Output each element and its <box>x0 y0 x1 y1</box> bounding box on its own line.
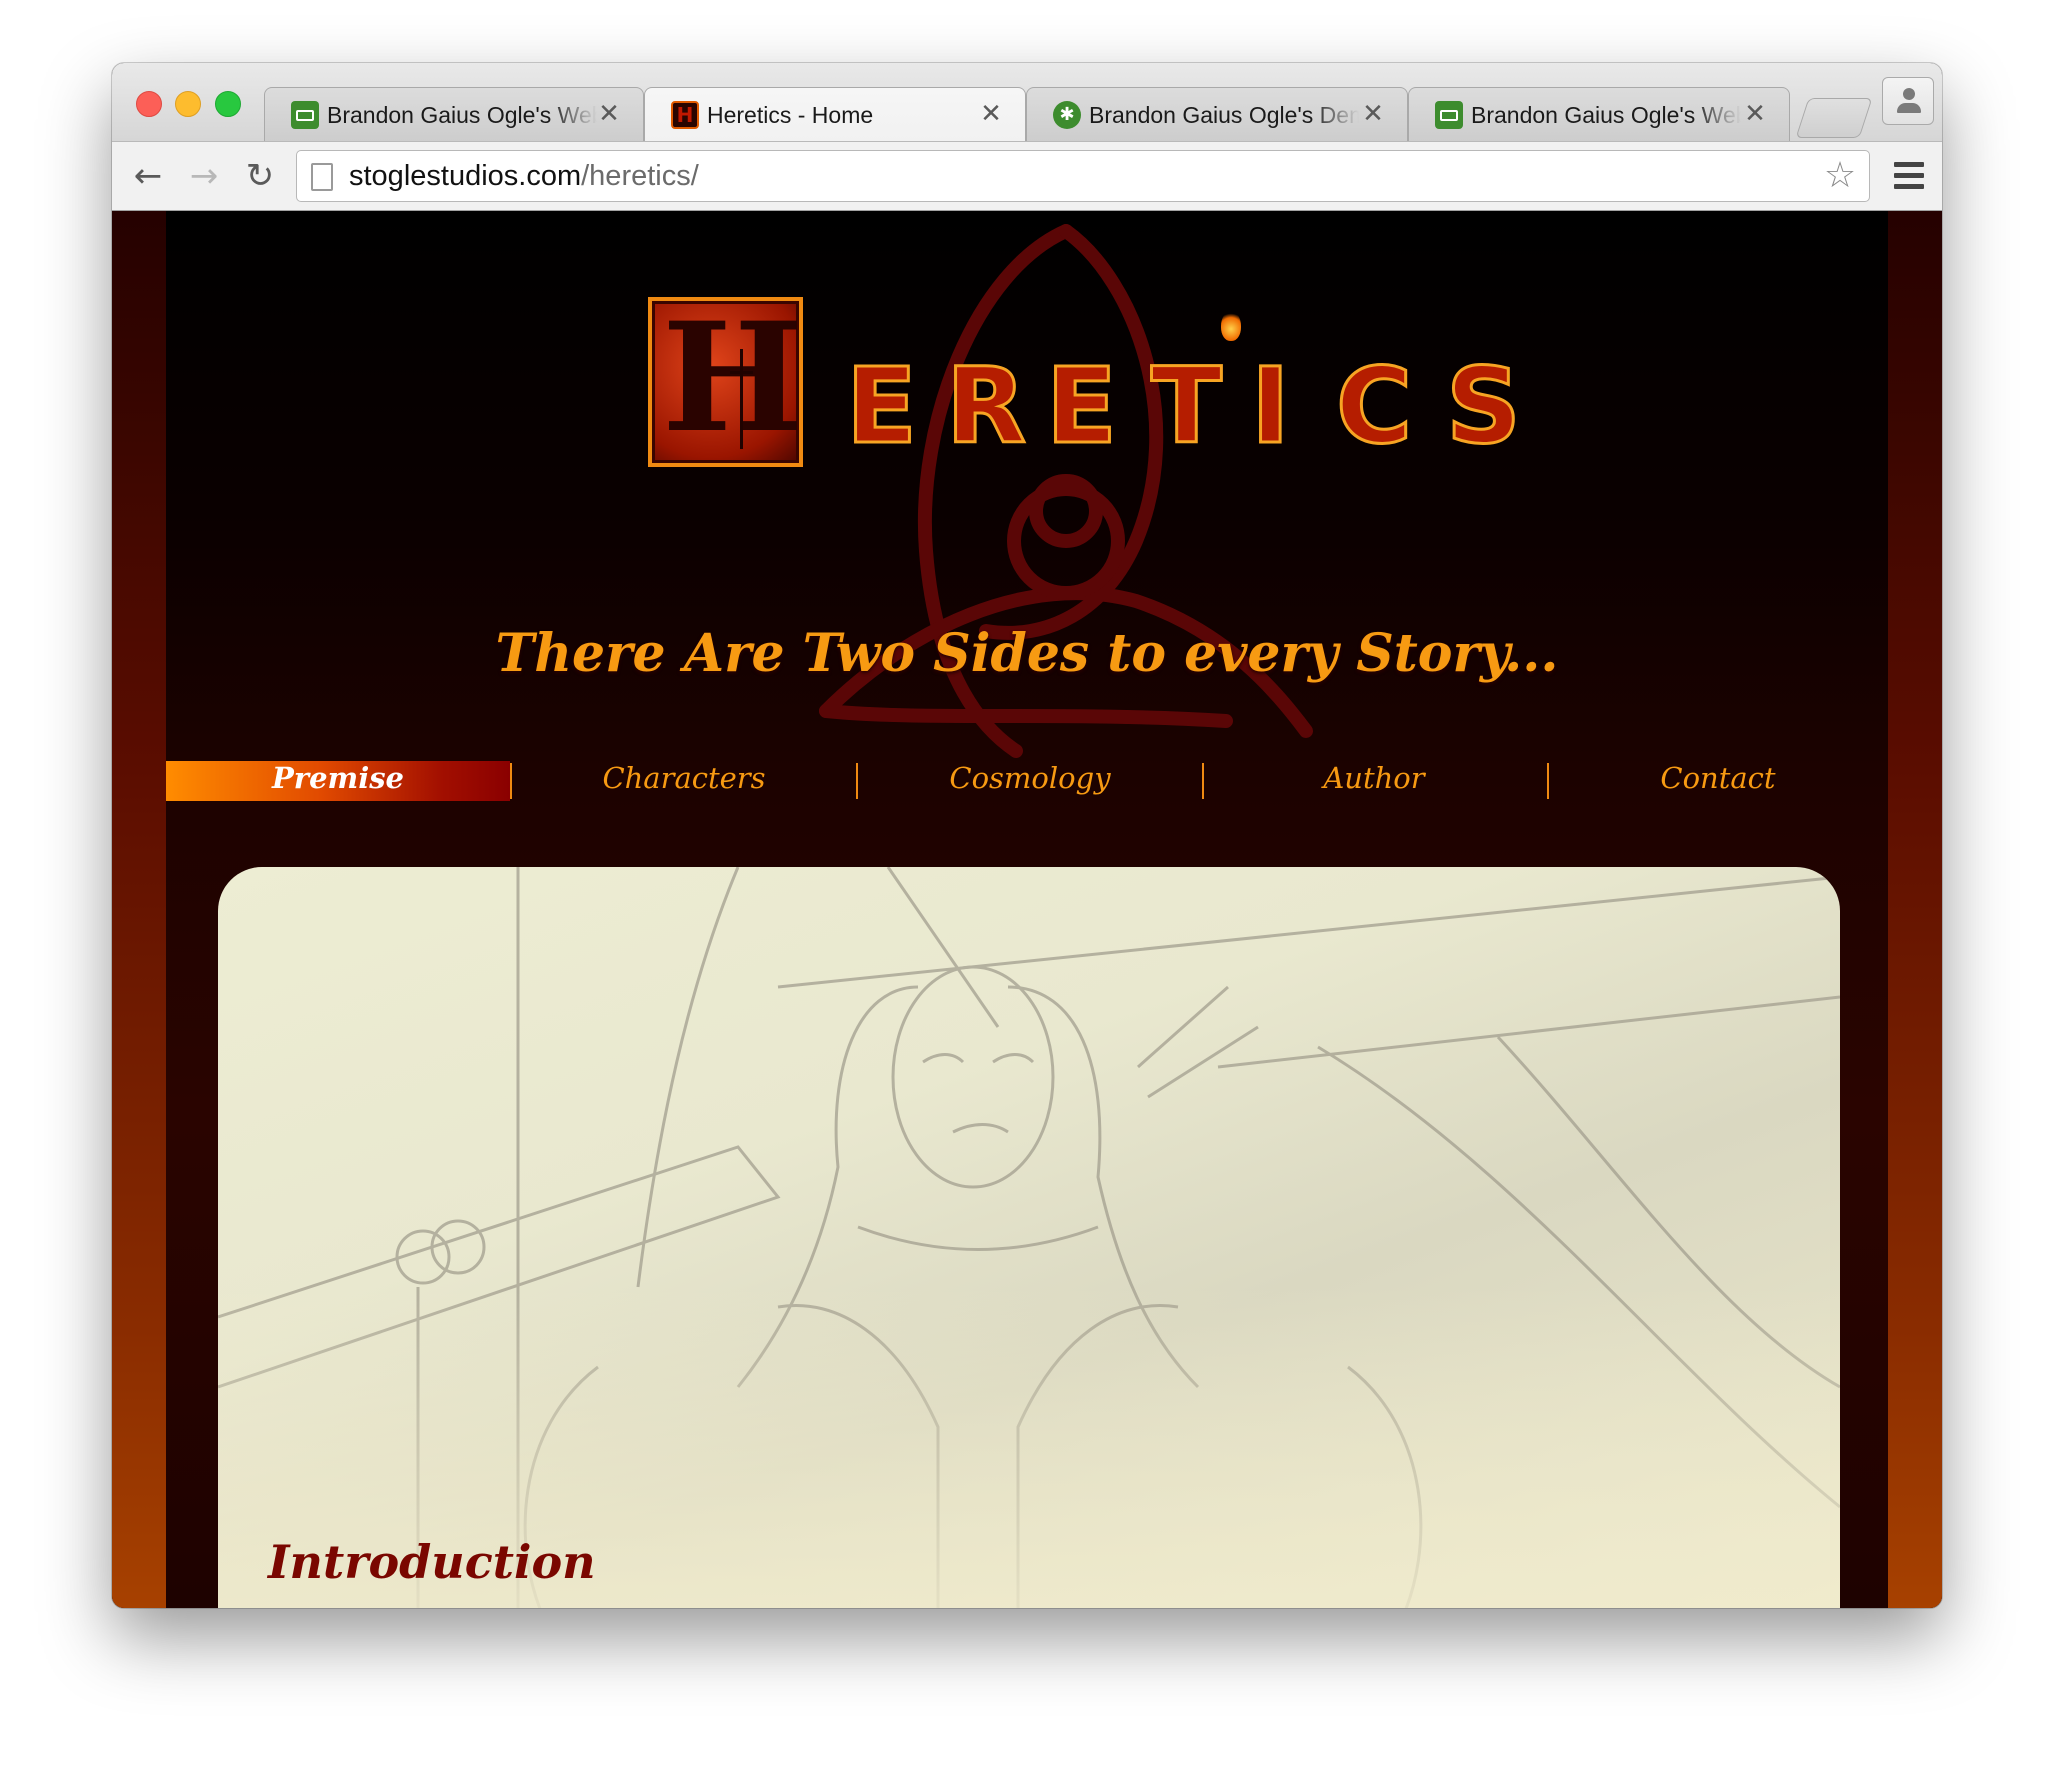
profile-icon[interactable] <box>1882 77 1934 125</box>
gear-icon <box>1053 101 1081 129</box>
heretics-h-icon <box>671 101 699 129</box>
logo-letter: E <box>844 345 918 467</box>
briefcase-icon <box>1435 101 1463 129</box>
logo-letter: R <box>944 345 1027 467</box>
new-tab-button[interactable] <box>1795 98 1873 138</box>
logo-letter: T <box>1150 345 1224 467</box>
url-text[interactable]: stoglestudios.com/heretics/ <box>349 160 699 194</box>
section-heading: Introduction <box>268 1535 596 1589</box>
logo-letter: C <box>1334 345 1413 467</box>
close-window-button[interactable] <box>136 91 162 117</box>
close-tab-icon[interactable]: ✕ <box>979 99 1003 129</box>
tab-heretics-home[interactable]: Heretics - Home ✕ <box>644 87 1026 141</box>
url-path: /heretics/ <box>581 160 699 192</box>
menu-hamburger-icon[interactable] <box>1894 162 1924 190</box>
close-tab-icon[interactable]: ✕ <box>1361 99 1385 129</box>
reload-icon[interactable]: ↻ <box>238 154 282 198</box>
address-bar[interactable]: stoglestudios.com/heretics/ ☆ <box>296 150 1870 202</box>
close-tab-icon[interactable]: ✕ <box>597 99 621 129</box>
nav-cosmology[interactable]: Cosmology <box>858 761 1202 801</box>
tab-title: Brandon Gaius Ogle's Dem <box>1089 102 1359 128</box>
forward-arrow-icon[interactable]: → <box>182 154 226 198</box>
page-inner: H E R E T I C S There Are Two Sides to e… <box>166 211 1888 1608</box>
logo-initial: H <box>662 290 804 466</box>
panel-fade <box>218 867 1840 1608</box>
back-arrow-icon[interactable]: ← <box>126 154 170 198</box>
content-panel: Introduction <box>218 867 1840 1608</box>
nav-characters[interactable]: Characters <box>512 761 856 801</box>
logo-letter: E <box>1044 345 1118 467</box>
logo-letter: I <box>1250 345 1292 467</box>
bookmark-star-icon[interactable]: ☆ <box>1819 155 1861 197</box>
sword-icon <box>730 349 753 449</box>
url-host: stoglestudios.com <box>349 160 582 192</box>
logo-initial-box: H <box>648 290 804 467</box>
browser-window: Brandon Gaius Ogle's Web ✕ Heretics - Ho… <box>112 63 1942 1608</box>
tab-brandon-web-2[interactable]: Brandon Gaius Ogle's Web ✕ <box>1408 87 1790 141</box>
page-icon <box>311 163 333 191</box>
logo-letter: S <box>1445 345 1523 467</box>
zoom-window-button[interactable] <box>215 91 241 117</box>
tab-title: Brandon Gaius Ogle's Web <box>1471 102 1741 128</box>
browser-toolbar: ← → ↻ stoglestudios.com/heretics/ ☆ <box>112 141 1942 211</box>
tab-strip: Brandon Gaius Ogle's Web ✕ Heretics - Ho… <box>112 63 1942 141</box>
tab-title: Brandon Gaius Ogle's Web <box>327 102 597 128</box>
nav-premise[interactable]: Premise <box>166 761 510 801</box>
main-nav: Premise Characters Cosmology Author Cont… <box>166 761 1888 801</box>
right-border-decoration <box>1888 211 1942 1608</box>
tab-title: Heretics - Home <box>707 102 874 128</box>
tagline: There Are Two Sides to every Story... <box>495 623 1559 684</box>
tab-brandon-web-1[interactable]: Brandon Gaius Ogle's Web ✕ <box>264 87 644 141</box>
web-page: H E R E T I C S There Are Two Sides to e… <box>112 211 1942 1608</box>
tab-brandon-demo[interactable]: Brandon Gaius Ogle's Dem ✕ <box>1026 87 1408 141</box>
briefcase-icon <box>291 101 319 129</box>
flame-icon <box>1221 311 1241 341</box>
minimize-window-button[interactable] <box>175 91 201 117</box>
nav-contact[interactable]: Contact <box>1546 761 1890 801</box>
left-border-decoration <box>112 211 166 1608</box>
nav-author[interactable]: Author <box>1202 761 1546 801</box>
close-tab-icon[interactable]: ✕ <box>1743 99 1767 129</box>
